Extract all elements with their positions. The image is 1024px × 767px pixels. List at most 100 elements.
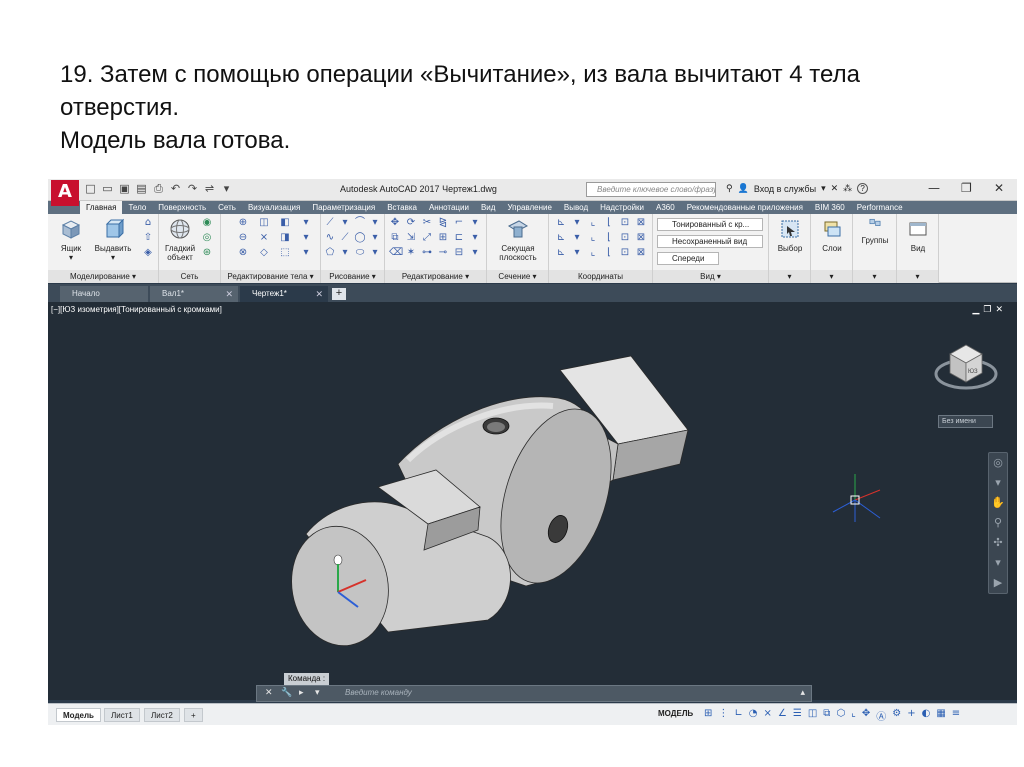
- pan-icon[interactable]: ✋: [989, 493, 1007, 513]
- tab-home[interactable]: Главная: [80, 201, 123, 214]
- dropdown-icon[interactable]: ▾: [571, 217, 583, 229]
- viewcube[interactable]: ЮЗ: [934, 344, 998, 390]
- view-button[interactable]: Вид: [897, 218, 939, 253]
- join-icon[interactable]: ⊶: [421, 247, 433, 259]
- prompt-icon[interactable]: ▸: [299, 688, 304, 698]
- tab-performance[interactable]: Performance: [851, 201, 909, 214]
- view-direction-dropdown[interactable]: Спереди: [657, 252, 719, 265]
- interfere-icon[interactable]: ⨯: [258, 232, 270, 244]
- ucs-manage-icon[interactable]: ⊠: [635, 247, 647, 259]
- redo-icon[interactable]: ↷: [186, 182, 199, 195]
- extrude-button[interactable]: Выдавить ▾: [92, 218, 134, 262]
- line-icon[interactable]: ⟋: [324, 217, 336, 229]
- groups-button[interactable]: Группы: [854, 218, 896, 245]
- zoom-dropdown-icon[interactable]: ▾: [989, 553, 1007, 573]
- align-icon[interactable]: ⊟: [453, 247, 465, 259]
- undo-icon[interactable]: ↶: [169, 182, 182, 195]
- file-tab-drawing[interactable]: Чертеж1* ✕: [240, 286, 328, 302]
- ucs-previous-icon[interactable]: ⌊: [603, 247, 615, 259]
- erase-icon[interactable]: ⌫: [389, 247, 403, 259]
- panel-label-layers[interactable]: ▾: [811, 270, 852, 283]
- tab-surface[interactable]: Поверхность: [152, 201, 212, 214]
- visual-style-dropdown[interactable]: Тонированный с кр...: [657, 218, 763, 231]
- annotation-icon[interactable]: Ⓐ: [876, 708, 886, 723]
- dropdown-icon[interactable]: ▾: [571, 232, 583, 244]
- mesh-smooth-more-icon[interactable]: ◉: [201, 217, 213, 229]
- save-as-icon[interactable]: ▤: [135, 182, 148, 195]
- panel-label-view-large[interactable]: ▾: [897, 270, 938, 283]
- add-layout-button[interactable]: +: [184, 708, 203, 722]
- network-icon[interactable]: ⁂: [843, 184, 852, 194]
- trim-icon[interactable]: ✂: [421, 217, 433, 229]
- polygon-icon[interactable]: ⬠: [324, 247, 336, 259]
- ucs-3point-icon[interactable]: ⊾: [555, 232, 567, 244]
- tab-insert[interactable]: Вставка: [381, 201, 423, 214]
- file-tab-start[interactable]: Начало: [60, 286, 148, 302]
- polyline-icon[interactable]: ⟋: [339, 232, 351, 244]
- layout-tab-model[interactable]: Модель: [56, 708, 101, 722]
- rotate-icon[interactable]: ⟳: [405, 217, 417, 229]
- dropdown-icon[interactable]: ▾: [469, 232, 481, 244]
- dropdown-icon[interactable]: ▾: [369, 247, 381, 259]
- command-input[interactable]: Введите команду: [345, 688, 412, 697]
- snap-icon[interactable]: ⋮: [718, 708, 728, 723]
- ucs-world-icon[interactable]: ⌞: [587, 217, 599, 229]
- zoom-icon[interactable]: ⚲: [989, 513, 1007, 533]
- ortho-icon[interactable]: ∟: [734, 708, 742, 723]
- panel-label-modify[interactable]: Редактирование ▾: [385, 270, 486, 283]
- plus-icon[interactable]: +: [907, 708, 915, 723]
- ucs-z-icon[interactable]: ⌞: [587, 247, 599, 259]
- section-plane-button[interactable]: Секущая плоскость: [495, 218, 541, 262]
- workspace-icon[interactable]: ⚙: [892, 708, 901, 723]
- chevron-down-icon[interactable]: ▾: [315, 688, 320, 698]
- new-icon[interactable]: □: [84, 182, 97, 195]
- open-icon[interactable]: ▭: [101, 182, 114, 195]
- panel-label-draw[interactable]: Рисование ▾: [321, 270, 384, 283]
- showmotion-icon[interactable]: ▶: [989, 573, 1007, 593]
- steering-wheel-dropdown-icon[interactable]: ▾: [989, 473, 1007, 493]
- customize-icon[interactable]: ≡: [952, 708, 960, 723]
- command-expand-icon[interactable]: ▴: [800, 688, 805, 698]
- ucs-named-icon[interactable]: ⊠: [635, 232, 647, 244]
- print-icon[interactable]: ⎙: [152, 182, 165, 195]
- new-tab-button[interactable]: +: [332, 288, 346, 300]
- ucs-view-icon[interactable]: ⊡: [619, 217, 631, 229]
- thicken-icon[interactable]: ◇: [258, 247, 270, 259]
- 3d-osnap-icon[interactable]: ⬡: [836, 708, 845, 723]
- tab-a360[interactable]: A360: [650, 201, 681, 214]
- dropdown-icon[interactable]: ▾: [300, 232, 312, 244]
- layout-tab-sheet2[interactable]: Лист2: [144, 708, 180, 722]
- offset-icon[interactable]: ⊏: [453, 232, 465, 244]
- copy-icon[interactable]: ⧉: [389, 232, 401, 244]
- tab-annotate[interactable]: Аннотации: [423, 201, 475, 214]
- ucs-icon[interactable]: ⊾: [555, 217, 567, 229]
- otrack-icon[interactable]: ∠: [778, 708, 787, 723]
- dropdown-icon[interactable]: ▾: [571, 247, 583, 259]
- stretch-icon[interactable]: ⇲: [405, 232, 417, 244]
- circle-icon[interactable]: ◯: [354, 232, 366, 244]
- save-icon[interactable]: ▣: [118, 182, 131, 195]
- presspull-icon[interactable]: ⇧: [142, 232, 154, 244]
- tab-addins[interactable]: Надстройки: [594, 201, 650, 214]
- mirror-icon[interactable]: ⧎: [437, 217, 449, 229]
- selection-button[interactable]: Выбор: [769, 218, 811, 253]
- ucs-face-icon[interactable]: ⊾: [555, 247, 567, 259]
- tab-parametric[interactable]: Параметризация: [306, 201, 381, 214]
- layers-button[interactable]: Слои: [811, 218, 853, 253]
- subtract-icon[interactable]: ⊖: [237, 232, 249, 244]
- minimize-icon[interactable]: —: [928, 181, 940, 195]
- move-icon[interactable]: ✥: [389, 217, 401, 229]
- polar-icon[interactable]: ◔: [749, 708, 758, 723]
- panel-label-modeling[interactable]: Моделирование ▾: [48, 270, 158, 283]
- grid-icon[interactable]: ⊞: [704, 708, 712, 723]
- dropdown-icon[interactable]: ▾: [339, 247, 351, 259]
- share-icon[interactable]: ⇌: [203, 182, 216, 195]
- ucs-apply-icon[interactable]: ⊡: [619, 247, 631, 259]
- mesh-smooth-less-icon[interactable]: ◎: [201, 232, 213, 244]
- mesh-refine-icon[interactable]: ⊛: [201, 247, 213, 259]
- search-input[interactable]: Введите ключевое слово/фразу: [586, 182, 716, 197]
- tab-solid[interactable]: Тело: [122, 201, 152, 214]
- hardware-acceleration-icon[interactable]: ▦: [936, 708, 945, 723]
- named-view-menu[interactable]: Без имени: [938, 415, 993, 428]
- ucs-origin-icon[interactable]: ⌞: [587, 232, 599, 244]
